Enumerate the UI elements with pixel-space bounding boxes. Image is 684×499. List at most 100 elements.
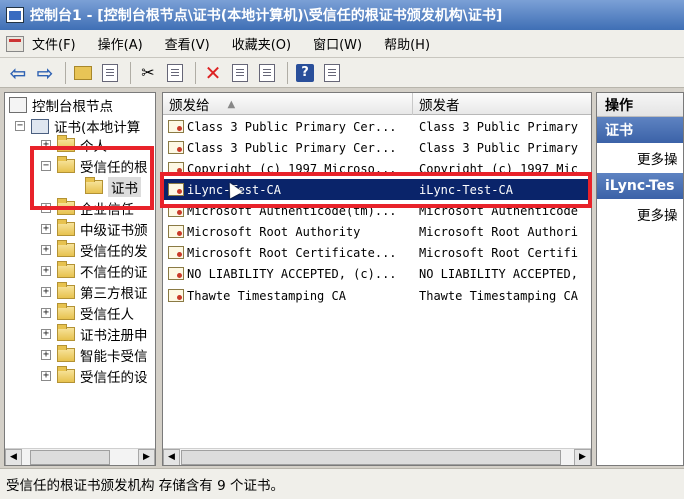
certificate-store-icon	[31, 118, 49, 134]
tree-node-smart-card-trusted[interactable]: + 智能卡受信	[41, 345, 148, 365]
toolbar-separator	[195, 61, 196, 84]
export-icon	[259, 63, 275, 82]
tree-node-trusted-people[interactable]: + 受信任人	[41, 303, 134, 323]
mmc-console-icon	[6, 7, 24, 23]
help-icon: ?	[296, 63, 314, 82]
tree-node-console-root[interactable]: 控制台根节点	[9, 95, 113, 115]
menu-file[interactable]: 文件(F)	[32, 34, 76, 53]
scroll-track[interactable]	[22, 448, 138, 465]
column-header-issued-by[interactable]: 颁发者	[413, 93, 591, 115]
scroll-thumb[interactable]	[30, 449, 110, 465]
list-row[interactable]: Microsoft Authenticode(tm)... Microsoft …	[163, 200, 591, 221]
scroll-left-icon[interactable]: ◀	[5, 448, 22, 465]
list-row[interactable]: Class 3 Public Primary Cer... Class 3 Pu…	[163, 116, 591, 137]
expand-toggle[interactable]: +	[41, 245, 51, 255]
copy-button[interactable]	[163, 61, 187, 85]
more-actions-link[interactable]: 更多操	[597, 199, 683, 229]
forward-button[interactable]: ⇨	[33, 61, 57, 85]
scroll-track[interactable]	[180, 448, 574, 465]
column-label: 颁发给	[169, 98, 210, 114]
list-row[interactable]: Microsoft Root Certificate... Microsoft …	[163, 242, 591, 263]
expand-toggle[interactable]: +	[41, 371, 51, 381]
menu-favorites[interactable]: 收藏夹(O)	[232, 34, 291, 53]
certificate-icon	[168, 267, 184, 280]
scroll-right-icon[interactable]: ▶	[138, 448, 155, 465]
column-label: 颁发者	[419, 98, 460, 114]
show-hide-tree-button[interactable]	[98, 61, 122, 85]
folder-icon	[57, 261, 75, 278]
cell-issued-by: Class 3 Public Primary	[419, 140, 578, 155]
toolbar: ⇦ ⇨ ✂ ✕ ?	[0, 58, 684, 88]
actions-section-certificates[interactable]: 证书	[597, 117, 683, 143]
list-row[interactable]: Thawte Timestamping CA Thawte Timestampi…	[163, 285, 591, 306]
cell-issued-by: Microsoft Root Certifi	[419, 245, 578, 260]
expand-toggle[interactable]: +	[41, 224, 51, 234]
certificate-icon	[168, 162, 184, 175]
folder-icon	[57, 303, 75, 320]
tree-node-certificates-local[interactable]: − 证书(本地计算	[15, 116, 140, 136]
tree-node-trusted-publishers[interactable]: + 受信任的发	[41, 240, 148, 260]
scroll-thumb[interactable]	[181, 449, 561, 465]
folder-icon	[57, 282, 75, 299]
cell-issued-by: Class 3 Public Primary	[419, 119, 578, 134]
list-row[interactable]: Microsoft Root Authority Microsoft Root …	[163, 221, 591, 242]
up-level-button[interactable]	[71, 61, 95, 85]
menu-action[interactable]: 操作(A)	[98, 34, 143, 53]
title-bar: 控制台1 - [控制台根节点\证书(本地计算机)\受信任的根证书颁发机构\证书]	[0, 0, 684, 30]
show-hide-action-pane-button[interactable]	[320, 61, 344, 85]
status-bar: 受信任的根证书颁发机构 存储含有 9 个证书。	[0, 468, 684, 499]
list-horizontal-scrollbar[interactable]: ◀ ▶	[163, 448, 591, 465]
back-button[interactable]: ⇦	[6, 61, 30, 85]
cut-button[interactable]: ✂	[136, 61, 160, 85]
cell-issued-to: Class 3 Public Primary Cer...	[187, 140, 397, 155]
expand-toggle[interactable]: +	[41, 329, 51, 339]
expand-toggle[interactable]: +	[41, 203, 51, 213]
menu-window[interactable]: 窗口(W)	[313, 34, 362, 53]
expand-toggle[interactable]: +	[41, 266, 51, 276]
certificate-icon	[168, 183, 184, 196]
scroll-left-icon[interactable]: ◀	[163, 448, 180, 465]
delete-button[interactable]: ✕	[201, 61, 225, 85]
more-actions-link[interactable]: 更多操	[597, 143, 683, 173]
help-button[interactable]: ?	[293, 61, 317, 85]
system-menu-icon[interactable]	[6, 35, 24, 52]
collapse-toggle[interactable]: −	[41, 161, 51, 171]
cell-issued-by: Microsoft Authenticode	[419, 203, 578, 218]
expand-toggle[interactable]: +	[41, 287, 51, 297]
properties-button[interactable]	[228, 61, 252, 85]
list-row[interactable]: Class 3 Public Primary Cer... Class 3 Pu…	[163, 137, 591, 158]
cell-issued-by: NO LIABILITY ACCEPTED,	[419, 266, 578, 281]
tree-node-label: 受信任的根	[80, 160, 148, 176]
cell-issued-to: Thawte Timestamping CA	[187, 288, 346, 303]
list-row[interactable]: NO LIABILITY ACCEPTED, (c)... NO LIABILI…	[163, 263, 591, 284]
export-list-button[interactable]	[255, 61, 279, 85]
tree-node-label: 证书注册申	[80, 328, 148, 344]
tree-node-personal[interactable]: + 个人	[41, 135, 107, 155]
column-header-issued-to[interactable]: 颁发给 ▲	[163, 93, 413, 115]
tree-node-untrusted-certificates[interactable]: + 不信任的证	[41, 261, 148, 281]
tree-node-trusted-devices[interactable]: + 受信任的设	[41, 366, 148, 386]
list-row[interactable]: Copyright (c) 1997 Microso... Copyright …	[163, 158, 591, 179]
actions-section-selected-certificate[interactable]: iLync-Tes	[597, 173, 683, 199]
tree-node-label: 第三方根证	[80, 286, 148, 302]
tree-node-label: 个人	[80, 139, 107, 155]
tree-node-intermediate-ca[interactable]: + 中级证书颁	[41, 219, 148, 239]
tree-node-trusted-root[interactable]: − 受信任的根	[41, 156, 148, 176]
menu-view[interactable]: 查看(V)	[165, 34, 210, 53]
tree-node-certificates[interactable]: 证书	[85, 177, 141, 197]
cell-issued-by: Microsoft Root Authori	[419, 224, 578, 239]
cell-issued-to: iLync-Test-CA	[187, 182, 281, 197]
tree-node-enterprise-trust[interactable]: + 企业信任	[41, 198, 134, 218]
tree-horizontal-scrollbar[interactable]: ◀ ▶	[5, 448, 155, 465]
expand-toggle[interactable]: +	[41, 140, 51, 150]
folder-icon	[57, 366, 75, 383]
tree-node-certificate-enrollment[interactable]: + 证书注册申	[41, 324, 148, 344]
collapse-toggle[interactable]: −	[15, 121, 25, 131]
cell-issued-by: Copyright (c) 1997 Mic	[419, 161, 578, 176]
expand-toggle[interactable]: +	[41, 308, 51, 318]
expand-toggle[interactable]: +	[41, 350, 51, 360]
tree-node-third-party-root[interactable]: + 第三方根证	[41, 282, 148, 302]
actions-pane-header: 操作	[597, 93, 683, 117]
menu-help[interactable]: 帮助(H)	[384, 34, 430, 53]
scroll-right-icon[interactable]: ▶	[574, 448, 591, 465]
